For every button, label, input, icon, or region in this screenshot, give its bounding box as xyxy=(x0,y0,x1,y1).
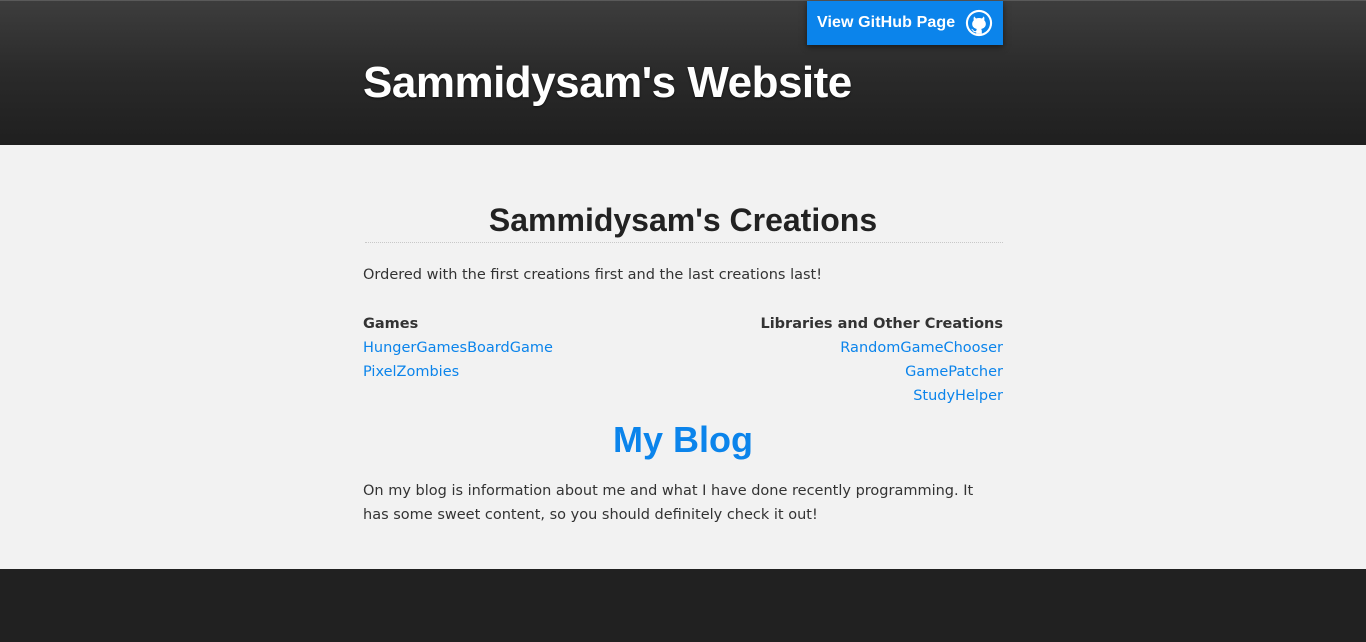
main-content: Sammidysam's Creations Ordered with the … xyxy=(0,145,1366,569)
games-heading: Games xyxy=(363,316,419,332)
link-random-game-chooser[interactable]: RandomGameChooser xyxy=(840,336,1003,360)
github-octocat-icon xyxy=(965,9,993,37)
main-inner: Sammidysam's Creations Ordered with the … xyxy=(363,145,1003,527)
my-blog-link[interactable]: My Blog xyxy=(613,419,753,460)
blog-heading: My Blog xyxy=(363,418,1003,462)
link-hunger-games-board-game[interactable]: HungerGamesBoardGame xyxy=(363,336,553,360)
link-pixel-zombies[interactable]: PixelZombies xyxy=(363,360,553,384)
libraries-heading: Libraries and Other Creations xyxy=(760,316,1003,332)
blog-description: On my blog is information about me and w… xyxy=(363,483,974,523)
site-footer xyxy=(0,569,1366,642)
link-game-patcher[interactable]: GamePatcher xyxy=(905,360,1003,384)
heading-divider xyxy=(365,242,1003,243)
creations-heading: Sammidysam's Creations xyxy=(488,202,878,238)
view-github-page-label: View GitHub Page xyxy=(817,14,956,31)
games-column: Games HungerGamesBoardGame PixelZombies xyxy=(363,312,553,408)
intro-text: Ordered with the first creations first a… xyxy=(363,267,823,283)
site-title: Sammidysam's Website xyxy=(363,58,852,107)
view-github-page-button[interactable]: View GitHub Page xyxy=(807,1,1003,45)
link-study-helper[interactable]: StudyHelper xyxy=(913,384,1003,408)
creations-columns: Games HungerGamesBoardGame PixelZombies … xyxy=(363,312,1003,408)
libraries-column: Libraries and Other Creations RandomGame… xyxy=(760,312,1003,408)
site-header: View GitHub Page Sammidysam's Website xyxy=(0,0,1366,145)
